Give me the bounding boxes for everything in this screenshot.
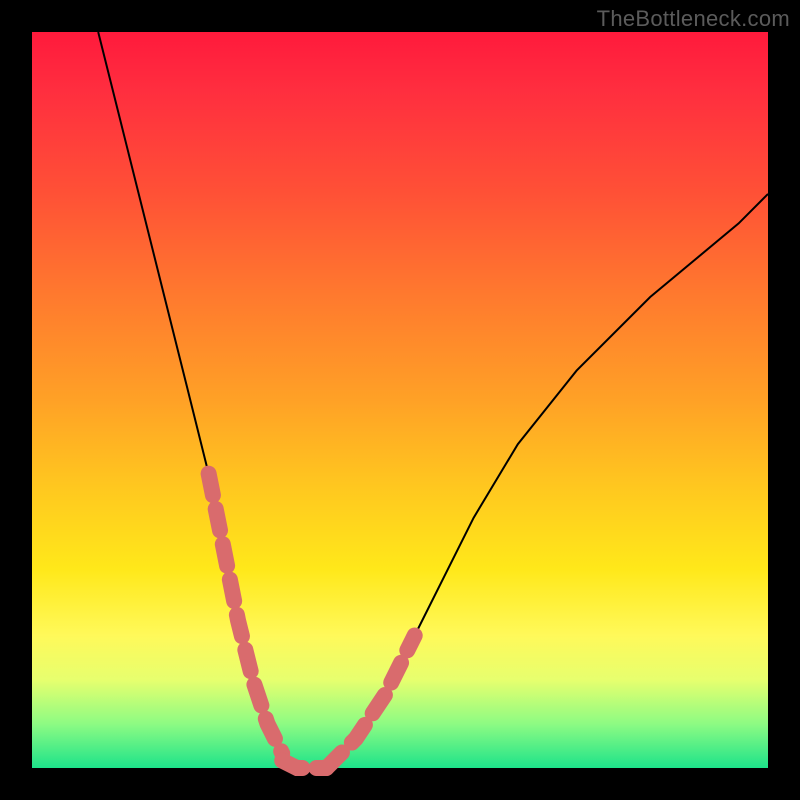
highlight-dash-right	[326, 636, 414, 769]
watermark-text: TheBottleneck.com	[597, 6, 790, 32]
chart-container: TheBottleneck.com	[0, 0, 800, 800]
curve-svg	[32, 32, 768, 768]
bottleneck-curve	[98, 32, 768, 768]
plot-area	[32, 32, 768, 768]
highlight-dash-base	[282, 761, 326, 768]
highlight-dash-left	[209, 474, 283, 754]
